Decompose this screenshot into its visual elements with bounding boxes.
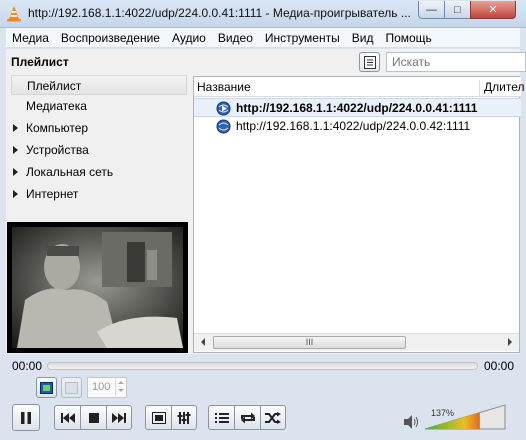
table-header: Название Длител [194, 77, 524, 97]
sidebar-item-playlist[interactable]: Плейлист [11, 75, 187, 95]
menu-video[interactable]: Видео [212, 28, 259, 47]
expand-arrow-icon[interactable] [13, 124, 18, 132]
sidebar-item-label: Устройства [26, 143, 89, 157]
volume-slider[interactable] [423, 403, 507, 431]
stop-icon [88, 412, 99, 423]
expand-arrow-icon[interactable] [13, 168, 18, 176]
loop-button[interactable] [234, 405, 260, 430]
speaker-icon[interactable] [404, 415, 420, 429]
sidebar-item-local-network[interactable]: Локальная сеть [11, 162, 187, 182]
menu-audio[interactable]: Аудио [166, 28, 212, 47]
extended-settings-button[interactable] [171, 405, 197, 430]
playlist-header: Плейлист [6, 49, 526, 75]
sidebar-item-devices[interactable]: Устройства [11, 140, 187, 160]
view-controls [145, 405, 197, 430]
network-stream-icon [216, 119, 231, 134]
menu-view[interactable]: Вид [346, 28, 380, 47]
menu-media[interactable]: Медиа [6, 28, 55, 47]
playlist-sidebar: Плейлист Медиатека Компьютер Устройства … [6, 75, 189, 223]
sidebar-item-label: Локальная сеть [26, 165, 114, 179]
equalizer-icon [177, 411, 191, 424]
seek-slider[interactable] [47, 362, 478, 370]
pause-icon [21, 411, 31, 424]
menu-bar: Медиа Воспроизведение Аудио Видео Инстру… [6, 28, 520, 48]
spin-up-icon[interactable] [115, 378, 126, 387]
expand-arrow-icon[interactable] [13, 146, 18, 154]
playlist-controls [208, 405, 286, 430]
playlist-icon [214, 412, 229, 423]
total-time[interactable]: 00:00 [484, 359, 514, 373]
sidebar-item-my-computer[interactable]: Компьютер [11, 118, 187, 138]
menu-help[interactable]: Помощь [379, 28, 437, 47]
network-stream-icon [216, 101, 231, 116]
skip-back-icon [60, 412, 75, 423]
scrollbar-thumb[interactable]: III [213, 336, 406, 349]
menu-playback[interactable]: Воспроизведение [55, 28, 166, 47]
horizontal-scrollbar[interactable]: III [194, 333, 519, 351]
stop-button[interactable] [80, 405, 106, 430]
minimize-button[interactable]: — [418, 1, 445, 19]
zoom-value: 100 [92, 381, 111, 393]
scroll-left-icon[interactable] [201, 338, 205, 346]
previous-button[interactable] [54, 405, 80, 430]
shuffle-icon [265, 411, 281, 424]
expand-arrow-icon[interactable] [13, 190, 18, 198]
spin-down-icon[interactable] [115, 387, 126, 396]
menu-tools[interactable]: Инструменты [259, 28, 346, 47]
playlist-panel: Плейлист Плейлист Медиатека Компьютер Ус… [6, 49, 526, 354]
transport-controls [54, 405, 132, 430]
sidebar-item-media-library[interactable]: Медиатека [11, 96, 187, 116]
column-header-duration[interactable]: Длител [479, 80, 524, 96]
sidebar-item-label: Плейлист [27, 79, 82, 93]
pause-button[interactable] [12, 404, 40, 431]
zoom-spinbox[interactable]: 100 [87, 377, 127, 398]
sidebar-item-label: Медиатека [26, 99, 87, 113]
close-button[interactable]: ✕ [470, 1, 516, 19]
vlc-cone-icon [7, 6, 21, 22]
shuffle-button[interactable] [260, 405, 286, 430]
loop-icon [240, 412, 255, 423]
playlist-table[interactable]: Название Длител http://192.168.1.1:4022/… [193, 76, 524, 353]
playlist-title: Плейлист [11, 55, 69, 69]
window-title: http://192.168.1.1:4022/udp/224.0.0.41:1… [28, 6, 411, 20]
table-row[interactable]: http://192.168.1.1:4022/udp/224.0.0.41:1… [194, 98, 521, 117]
elapsed-time[interactable]: 00:00 [12, 359, 42, 373]
video-frame-image [7, 222, 188, 353]
seek-bar-area: 00:00 00:00 [0, 354, 526, 376]
maximize-button[interactable]: □ [444, 1, 471, 19]
scroll-right-icon[interactable] [508, 338, 512, 346]
video-window-icon [40, 381, 53, 394]
toggle-playlist-button[interactable] [208, 405, 234, 430]
sidebar-item-label: Компьютер [26, 121, 89, 135]
fullscreen-icon [151, 411, 166, 424]
table-row[interactable]: http://192.168.1.1:4022/udp/224.0.0.42:1… [194, 117, 521, 136]
next-button[interactable] [106, 405, 132, 430]
title-bar: http://192.168.1.1:4022/udp/224.0.0.41:1… [0, 0, 526, 28]
sidebar-item-label: Интернет [26, 187, 79, 201]
snapshot-button[interactable] [61, 377, 82, 398]
toggle-video-embed-button[interactable] [36, 377, 57, 398]
frame-icon [65, 381, 78, 394]
item-title: http://192.168.1.1:4022/udp/224.0.0.41:1… [236, 101, 478, 115]
column-header-name[interactable]: Название [197, 80, 251, 94]
sidebar-item-internet[interactable]: Интернет [11, 184, 187, 204]
search-input[interactable] [386, 52, 526, 72]
change-view-button[interactable] [359, 52, 380, 72]
list-view-icon [364, 56, 376, 69]
fullscreen-button[interactable] [145, 405, 171, 430]
video-preview[interactable] [7, 222, 188, 353]
skip-forward-icon [112, 412, 126, 423]
item-title: http://192.168.1.1:4022/udp/224.0.0.42:1… [236, 119, 471, 133]
